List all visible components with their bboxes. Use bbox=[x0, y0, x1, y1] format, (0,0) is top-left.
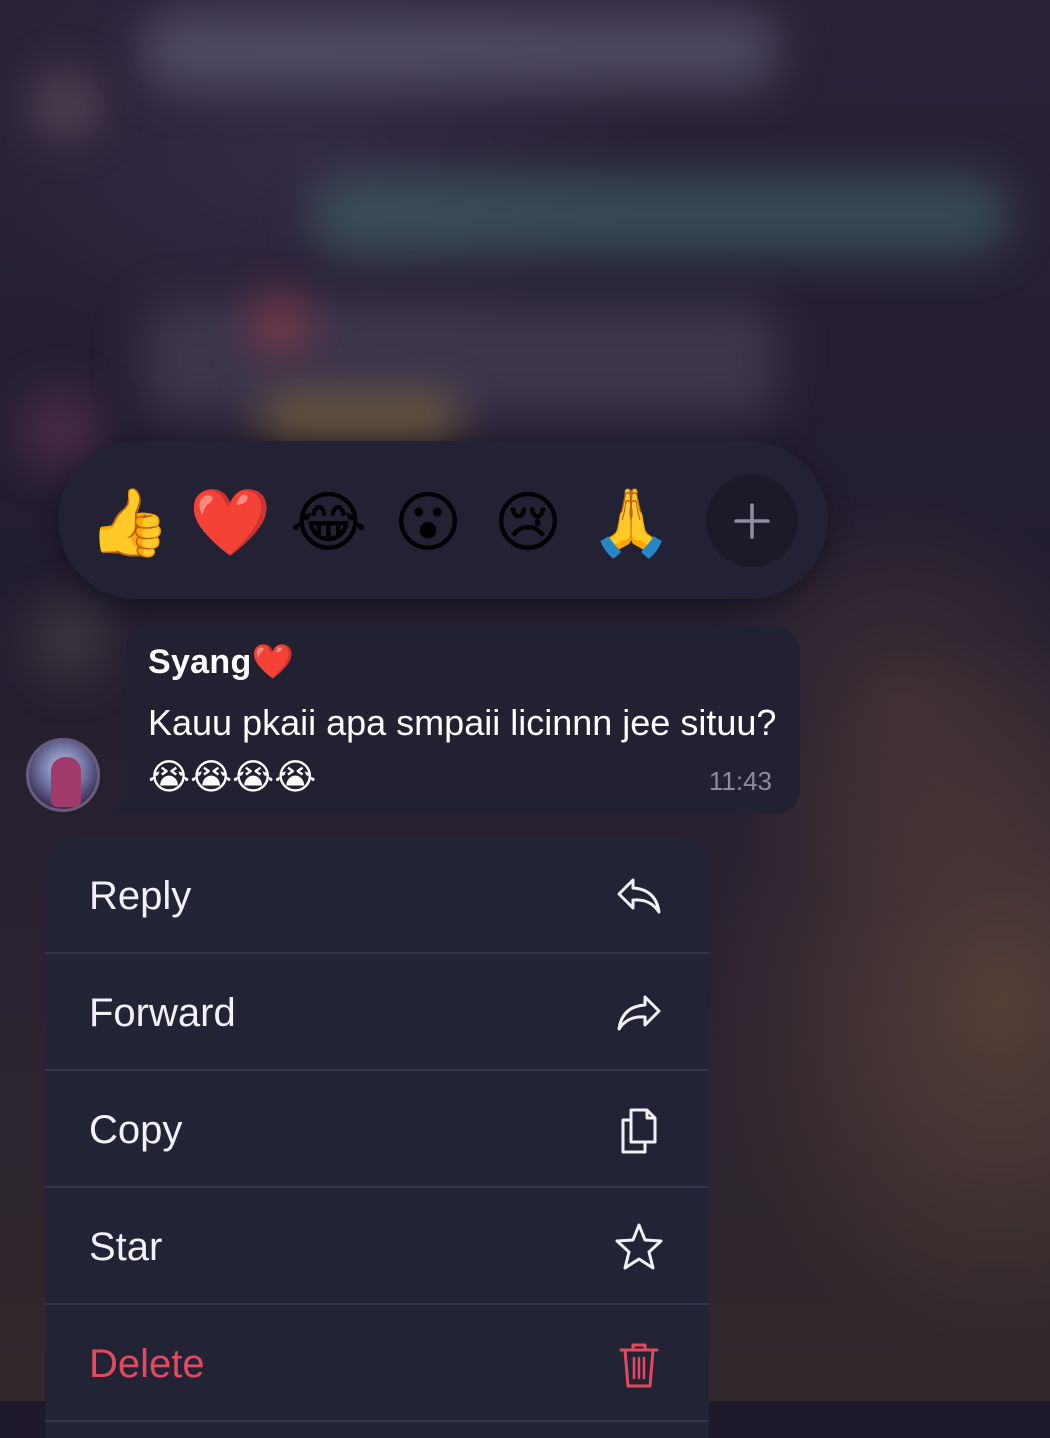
forward-icon bbox=[617, 995, 661, 1031]
delete-label: Delete bbox=[89, 1342, 205, 1386]
blurred-message bbox=[140, 10, 780, 90]
blurred-emoji bbox=[250, 295, 310, 355]
star-menu-item[interactable]: Star bbox=[45, 1189, 709, 1305]
heart-reaction[interactable]: ❤️ bbox=[189, 485, 271, 561]
avatar[interactable] bbox=[26, 738, 100, 812]
blurred-message bbox=[260, 395, 460, 440]
sad-reaction[interactable]: 😢 bbox=[490, 485, 566, 561]
star-icon bbox=[615, 1223, 663, 1270]
forward-label: Forward bbox=[89, 991, 236, 1035]
surprised-reaction[interactable]: 😮 bbox=[390, 485, 466, 561]
blurred-avatar bbox=[30, 600, 110, 680]
reaction-bar: 👍 ❤️ 😂 😮 😢 🙏 bbox=[58, 441, 828, 599]
message-time: 11:43 bbox=[708, 766, 772, 796]
pray-reaction[interactable]: 🙏 bbox=[590, 485, 672, 561]
thumbs-up-reaction[interactable]: 👍 bbox=[88, 485, 170, 561]
plus-icon bbox=[734, 503, 770, 539]
delete-menu-item[interactable]: Delete bbox=[45, 1306, 709, 1422]
reply-label: Reply bbox=[89, 874, 192, 918]
reply-icon bbox=[617, 878, 661, 914]
blurred-message bbox=[310, 175, 1010, 255]
blurred-avatar bbox=[30, 70, 100, 140]
blurred-message bbox=[140, 300, 780, 420]
avatar-figure bbox=[51, 757, 81, 807]
reply-menu-item[interactable]: Reply bbox=[45, 838, 709, 954]
star-label: Star bbox=[89, 1225, 163, 1269]
trash-icon bbox=[619, 1343, 659, 1388]
copy-label: Copy bbox=[89, 1108, 183, 1152]
forward-menu-item[interactable]: Forward bbox=[45, 955, 709, 1071]
message-bubble[interactable]: Syang❤️ Kauu pkaii apa smpaii licinnn je… bbox=[126, 626, 800, 814]
more-reactions-button[interactable] bbox=[706, 475, 798, 567]
message-text: Kauu pkaii apa smpaii licinnn jee situu?… bbox=[148, 702, 777, 797]
copy-icon bbox=[621, 1108, 657, 1154]
copy-menu-item[interactable]: Copy bbox=[45, 1072, 709, 1188]
message-context-menu: Reply Forward Copy Star Delete bbox=[45, 838, 709, 1438]
laughing-reaction[interactable]: 😂 bbox=[290, 485, 367, 561]
sender-name: Syang❤️ bbox=[148, 643, 295, 681]
